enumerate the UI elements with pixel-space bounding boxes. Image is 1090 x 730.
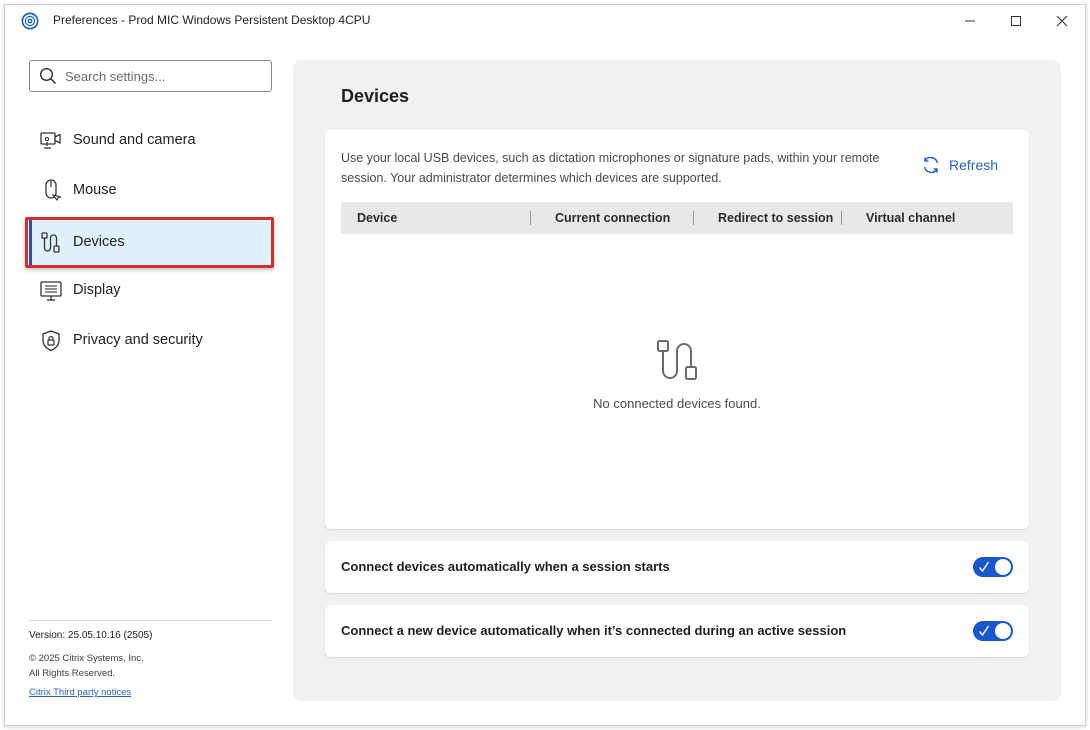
sound-camera-icon (40, 132, 61, 149)
main-panel: Devices Use your local USB devices, such… (293, 60, 1061, 701)
title-bar: Preferences - Prod MIC Windows Persisten… (5, 5, 1085, 37)
copyright-line: All Rights Reserved. (29, 668, 116, 679)
version-text: Version: 25.05.10.16 (2505) (29, 630, 153, 641)
usb-devices-icon (657, 340, 697, 380)
devices-table-header: Device Current connection Redirect to se… (341, 202, 1013, 234)
toggle-label: Connect devices automatically when a ses… (341, 559, 670, 574)
column-separator (530, 211, 531, 225)
auto-connect-new-device-card: Connect a new device automatically when … (325, 605, 1029, 657)
sidebar-item-label: Mouse (73, 182, 117, 198)
sidebar-item-sound-and-camera[interactable]: Sound and camera (29, 117, 272, 163)
devices-card: Use your local USB devices, such as dict… (325, 130, 1029, 529)
column-header-current-connection[interactable]: Current connection (555, 202, 670, 234)
sidebar-item-privacy-and-security[interactable]: Privacy and security (29, 317, 272, 363)
minimize-icon (965, 20, 975, 22)
maximize-button[interactable] (993, 5, 1039, 37)
auto-connect-session-start-card: Connect devices automatically when a ses… (325, 541, 1029, 593)
toggle-knob (995, 623, 1011, 639)
checkmark-icon (978, 561, 990, 573)
sidebar-item-label: Privacy and security (73, 332, 203, 348)
refresh-icon (923, 156, 939, 174)
column-header-redirect-to-session[interactable]: Redirect to session (718, 202, 833, 234)
sidebar-item-mouse[interactable]: Mouse (29, 167, 272, 213)
column-separator (841, 211, 842, 225)
toggle-knob (995, 559, 1011, 575)
close-icon (1056, 15, 1068, 27)
auto-connect-new-device-toggle[interactable] (973, 621, 1013, 641)
third-party-notices-link[interactable]: Citrix Third party notices (29, 687, 131, 698)
close-button[interactable] (1039, 5, 1085, 37)
refresh-label: Refresh (949, 157, 999, 173)
sidebar-divider (29, 620, 272, 621)
refresh-button[interactable]: Refresh (921, 155, 998, 175)
column-separator (693, 211, 694, 225)
sidebar-item-display[interactable]: Display (29, 267, 272, 313)
search-input[interactable] (65, 68, 265, 84)
auto-connect-session-start-toggle[interactable] (973, 557, 1013, 577)
mouse-icon (45, 179, 62, 201)
search-box[interactable] (29, 60, 272, 92)
display-icon (40, 281, 62, 301)
window-title: Preferences - Prod MIC Windows Persisten… (53, 13, 371, 27)
minimize-button[interactable] (947, 5, 993, 37)
usb-devices-icon (41, 232, 60, 253)
toggle-label: Connect a new device automatically when … (341, 623, 847, 638)
search-icon (39, 67, 57, 85)
devices-description: Use your local USB devices, such as dict… (341, 151, 880, 185)
copyright-text: © 2025 Citrix Systems, Inc. All Rights R… (29, 651, 144, 681)
preferences-window: Preferences - Prod MIC Windows Persisten… (4, 4, 1086, 726)
column-header-virtual-channel[interactable]: Virtual channel (866, 202, 955, 234)
copyright-line: © 2025 Citrix Systems, Inc. (29, 653, 144, 664)
sidebar-item-devices[interactable]: Devices (29, 219, 272, 265)
shield-lock-icon (42, 330, 60, 352)
column-header-device[interactable]: Device (357, 202, 397, 234)
checkmark-icon (978, 625, 990, 637)
page-title: Devices (341, 86, 410, 106)
sidebar-item-label: Display (73, 282, 121, 298)
sidebar-item-label: Devices (73, 234, 125, 250)
empty-state-message: No connected devices found. (593, 396, 761, 411)
citrix-logo-icon (21, 12, 39, 30)
maximize-icon (1011, 16, 1021, 26)
sidebar-item-label: Sound and camera (73, 132, 196, 148)
